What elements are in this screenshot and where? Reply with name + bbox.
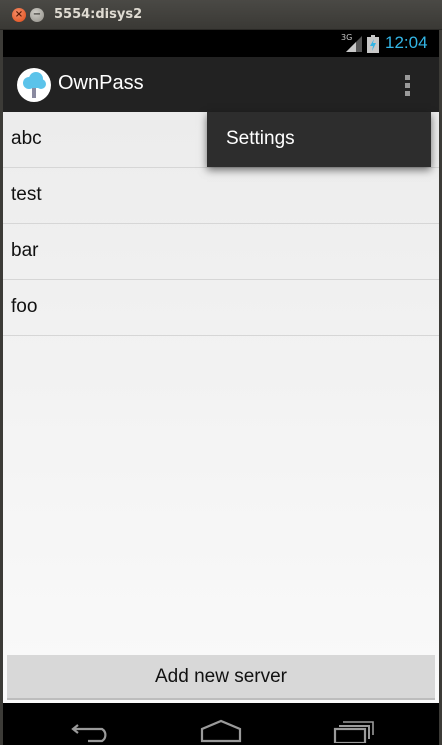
list-item[interactable]: foo [3,280,439,336]
home-icon[interactable] [198,717,244,743]
server-name: foo [11,296,38,317]
app-title: OwnPass [58,72,144,94]
back-icon[interactable] [70,717,116,743]
menu-item-label: Settings [226,128,295,149]
navigation-bar [3,703,439,745]
recent-apps-icon[interactable] [329,717,375,743]
action-bar: OwnPass [3,57,439,112]
list-item[interactable]: bar [3,224,439,280]
emulator-window: × − 5554:disys2 3G 12:04 OwnPass abc tes… [0,0,442,745]
list-item[interactable]: test [3,168,439,224]
overflow-menu-button[interactable] [397,70,417,100]
server-name: test [11,184,42,205]
app-home-button[interactable] [17,68,51,102]
status-bar: 3G 12:04 [3,30,439,57]
device-screen: 3G 12:04 OwnPass abc test bar foo Add ne… [3,30,439,745]
cloud-tree-icon [18,69,50,101]
window-title-bar[interactable]: × − 5554:disys2 [0,0,442,30]
overflow-menu-icon [404,90,410,96]
overflow-menu-icon [404,74,410,80]
close-icon: × [14,9,24,20]
add-new-server-button[interactable]: Add new server [7,655,435,700]
battery-charging-icon [367,35,379,53]
overflow-dropdown-menu: Settings [207,112,431,167]
minimize-icon: − [32,9,42,20]
window-close-button[interactable]: × [12,8,26,22]
signal-icon [346,36,362,52]
window-minimize-button[interactable]: − [30,8,44,22]
window-title: 5554:disys2 [54,7,143,22]
server-list-container: abc test bar foo Add new server [3,112,439,703]
menu-item-settings[interactable]: Settings [207,112,431,167]
overflow-menu-icon [404,82,410,88]
server-name: abc [11,128,42,149]
server-name: bar [11,240,39,261]
status-clock: 12:04 [385,33,428,52]
